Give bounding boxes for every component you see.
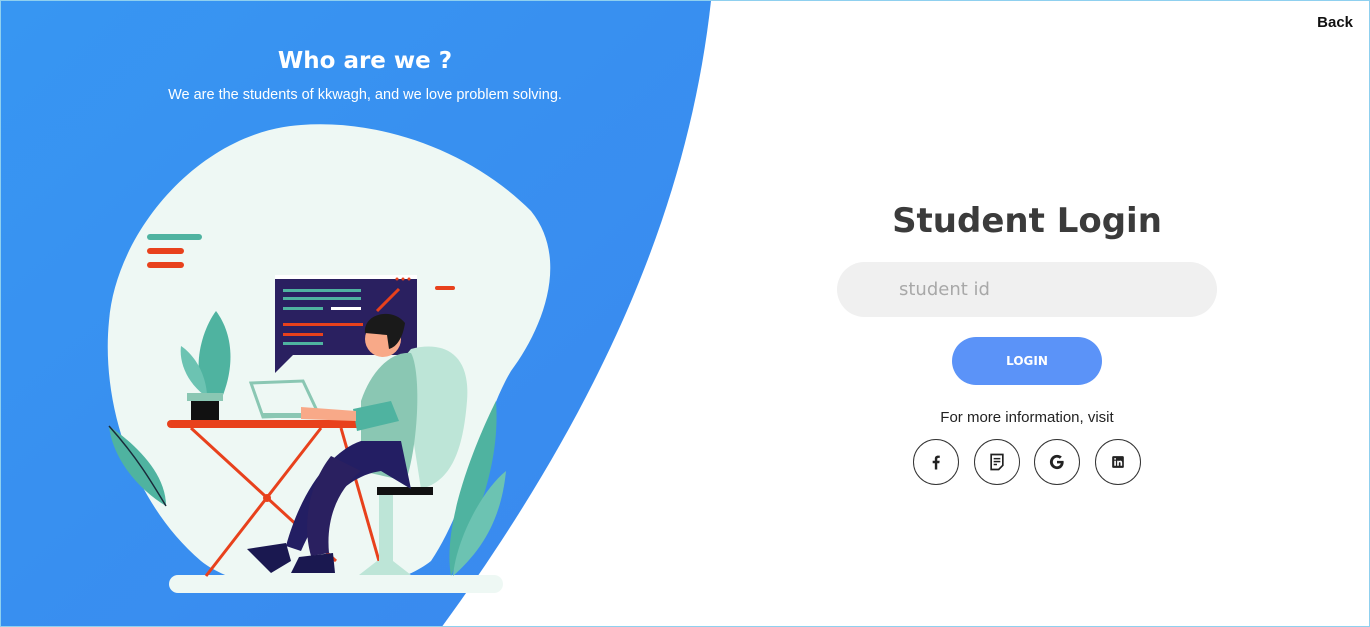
student-id-input[interactable] (837, 262, 1217, 317)
back-link[interactable]: Back (1317, 14, 1353, 31)
app-window: Who are we ? We are the students of kkwa… (0, 0, 1370, 627)
facebook-icon (932, 455, 940, 470)
login-form: Student Login LOGIN For more information… (837, 196, 1217, 485)
facebook-button[interactable] (913, 439, 959, 485)
login-title: Student Login (892, 201, 1162, 241)
hero-title: Who are we ? (277, 48, 453, 74)
document-button[interactable] (974, 439, 1020, 485)
google-button[interactable] (1034, 439, 1080, 485)
google-icon (1049, 454, 1064, 470)
document-icon (990, 453, 1004, 471)
login-button[interactable]: LOGIN (952, 337, 1102, 385)
info-text: For more information, visit (940, 409, 1114, 426)
linkedin-button[interactable] (1095, 439, 1141, 485)
linkedin-icon (1112, 456, 1124, 468)
student-working-illustration (107, 124, 551, 593)
social-links (913, 439, 1143, 485)
hero-subtitle: We are the students of kkwagh, and we lo… (168, 87, 562, 103)
